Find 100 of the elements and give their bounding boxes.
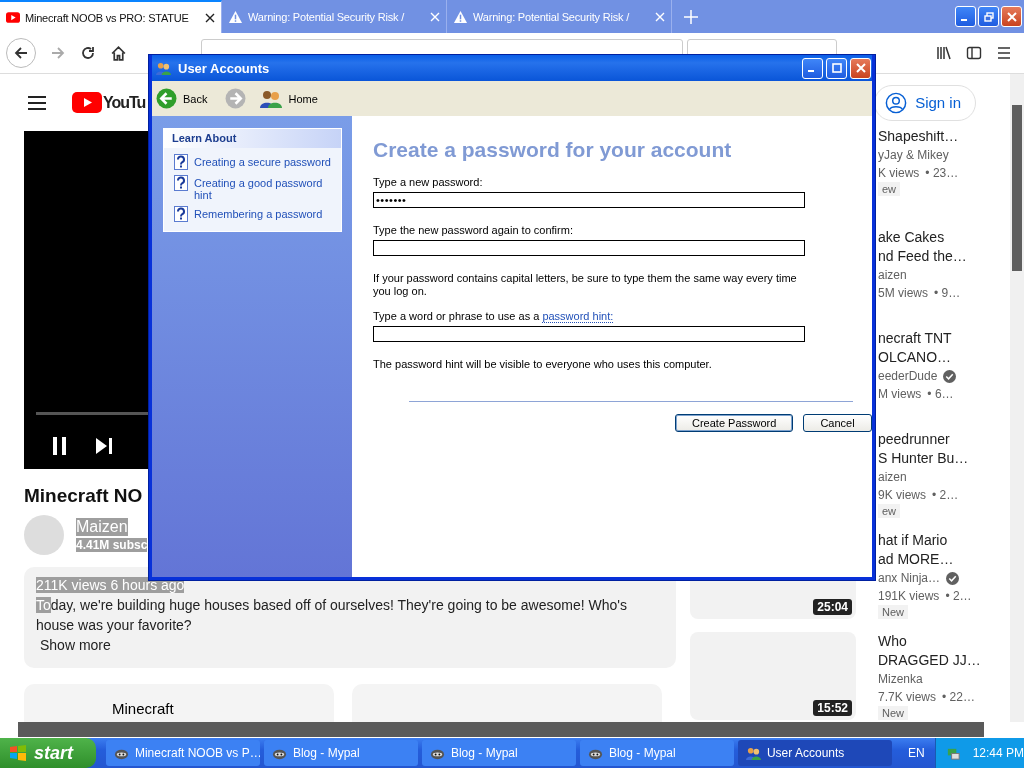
channel-name[interactable]: Mizenka	[878, 670, 923, 688]
video-description: Today, we're building huge houses based off of ourselves! They're going to be awesome! Who's house was your favorite?	[36, 596, 628, 635]
library-icon[interactable]	[936, 45, 952, 61]
flag-icon	[8, 743, 28, 763]
help-icon	[174, 175, 188, 191]
close-icon	[1006, 11, 1017, 22]
close-button[interactable]	[850, 57, 871, 79]
show-more-link[interactable]: Show more	[40, 635, 111, 655]
subscriber-count: 4.41M subsc	[76, 538, 148, 552]
taskbar-button[interactable]: Blog - Mypal	[579, 740, 734, 766]
taskbar-button[interactable]: Minecraft NOOB vs P…	[105, 740, 260, 766]
password-field[interactable]: •••••••	[373, 192, 805, 208]
duration-badge: 25:04	[813, 599, 852, 615]
restore-button[interactable]	[978, 6, 999, 27]
next-icon[interactable]	[96, 438, 112, 454]
view-stats: 211K views 6 hours ago	[36, 577, 185, 593]
minimize-icon	[808, 70, 814, 72]
scrollbar-thumb[interactable]	[1012, 105, 1022, 271]
page-heading: Create a password for your account	[373, 138, 732, 162]
upload-age: • 2…	[932, 487, 959, 504]
users-icon	[260, 89, 283, 108]
cancel-button[interactable]: Cancel	[803, 414, 872, 432]
channel-name[interactable]: eederDude	[878, 367, 938, 385]
video-title: Minecraft NO	[24, 485, 144, 507]
field-label: Type a word or phrase to use as a password hint:	[373, 310, 614, 322]
taskbar-button[interactable]: Blog - Mypal	[263, 740, 418, 766]
language-indicator[interactable]: EN	[901, 738, 935, 768]
channel-name[interactable]: aizen	[878, 468, 907, 486]
video-title[interactable]: Who	[878, 632, 907, 651]
reload-icon[interactable]	[80, 45, 96, 61]
video-title[interactable]: hat if Mario	[878, 531, 948, 550]
help-link[interactable]: Creating a good password hint	[194, 175, 332, 201]
upload-age: • 6…	[927, 386, 954, 403]
close-icon[interactable]	[205, 12, 215, 23]
warning-icon	[453, 9, 468, 24]
sidebar-icon[interactable]	[966, 45, 982, 61]
video-title[interactable]: DRAGGED JJ…	[878, 651, 981, 670]
new-badge: ew	[878, 504, 901, 518]
video-title[interactable]: S Hunter Bu…	[878, 449, 969, 468]
hint-field[interactable]	[373, 326, 805, 342]
check-icon	[943, 369, 957, 383]
video-title[interactable]: nd Feed the…	[878, 247, 967, 266]
upload-age: • 2…	[945, 588, 972, 605]
warning-icon	[228, 9, 243, 24]
upload-age: • 23…	[925, 165, 959, 182]
panel-heading: Learn About	[164, 129, 341, 148]
close-icon	[855, 63, 866, 73]
field-label: Type the new password again to confirm:	[373, 224, 573, 236]
channel-name[interactable]: yJay & Mikey	[878, 146, 949, 164]
back-button[interactable]: Back	[156, 88, 208, 109]
pause-icon[interactable]	[52, 437, 68, 455]
tab-title: Warning: Potential Security Risk /	[248, 10, 406, 23]
duration-badge: 15:52	[813, 700, 852, 716]
menu-icon[interactable]	[28, 95, 46, 110]
maximize-button[interactable]	[826, 57, 847, 79]
home-button[interactable]: Home	[260, 89, 318, 108]
view-count: K views	[878, 165, 920, 182]
help-link[interactable]: Remembering a password	[194, 206, 332, 220]
view-count: 5M views	[878, 285, 928, 302]
video-title[interactable]: necraft TNT	[878, 329, 952, 348]
taskbar-button[interactable]: Blog - Mypal	[421, 740, 576, 766]
minimize-button[interactable]	[955, 6, 976, 27]
video-title[interactable]: OLCANO…	[878, 348, 952, 367]
new-badge: New	[878, 706, 908, 720]
users-icon	[745, 745, 761, 761]
view-count: 191K views	[878, 588, 940, 605]
home-icon[interactable]	[110, 44, 127, 62]
minimize-button[interactable]	[802, 57, 823, 79]
video-title[interactable]: peedrunner	[878, 430, 950, 449]
help-icon	[174, 206, 188, 222]
tab-title: Minecraft NOOB vs PRO: STATUE	[25, 11, 190, 24]
maximize-icon	[831, 63, 842, 73]
users-icon	[156, 60, 171, 76]
view-count: M views	[878, 386, 922, 403]
create-password-button[interactable]: Create Password	[675, 414, 794, 432]
video-card[interactable]: Minecraft	[24, 684, 334, 722]
tab-title: Warning: Potential Security Risk /	[473, 10, 631, 23]
view-count: 7.7K views	[878, 689, 937, 706]
field-label: Type a new password:	[373, 176, 483, 188]
video-thumbnail[interactable]: 15:52	[690, 632, 856, 720]
taskbar-button[interactable]: User Accounts	[737, 740, 892, 766]
channel-name[interactable]: aizen	[878, 266, 907, 284]
password-hint-link[interactable]: password hint:	[542, 310, 614, 323]
video-title[interactable]: Shapeshift…	[878, 131, 959, 146]
upload-age: • 22…	[942, 689, 975, 706]
help-link[interactable]: Creating a secure password	[194, 154, 332, 168]
logo-text[interactable]: YouTu	[103, 93, 146, 112]
confirm-password-field[interactable]	[373, 240, 805, 256]
video-title[interactable]: ad MORE…	[878, 550, 954, 569]
hint-visibility-note: The password hint will be visible to everyone who uses this computer.	[373, 358, 713, 371]
browser-tab[interactable]: Minecraft NOOB vs PRO: STATUE	[0, 0, 222, 33]
user-icon	[885, 91, 908, 114]
horizontal-scrollbar[interactable]	[18, 722, 984, 737]
upload-age: • 9…	[934, 285, 961, 302]
close-button[interactable]	[1001, 6, 1022, 27]
view-count: 9K views	[878, 487, 927, 504]
channel-name[interactable]: anx Ninja…	[878, 569, 941, 587]
restore-icon	[983, 11, 994, 22]
card-title: Minecraft	[112, 700, 174, 717]
video-title[interactable]: ake Cakes	[878, 228, 945, 247]
